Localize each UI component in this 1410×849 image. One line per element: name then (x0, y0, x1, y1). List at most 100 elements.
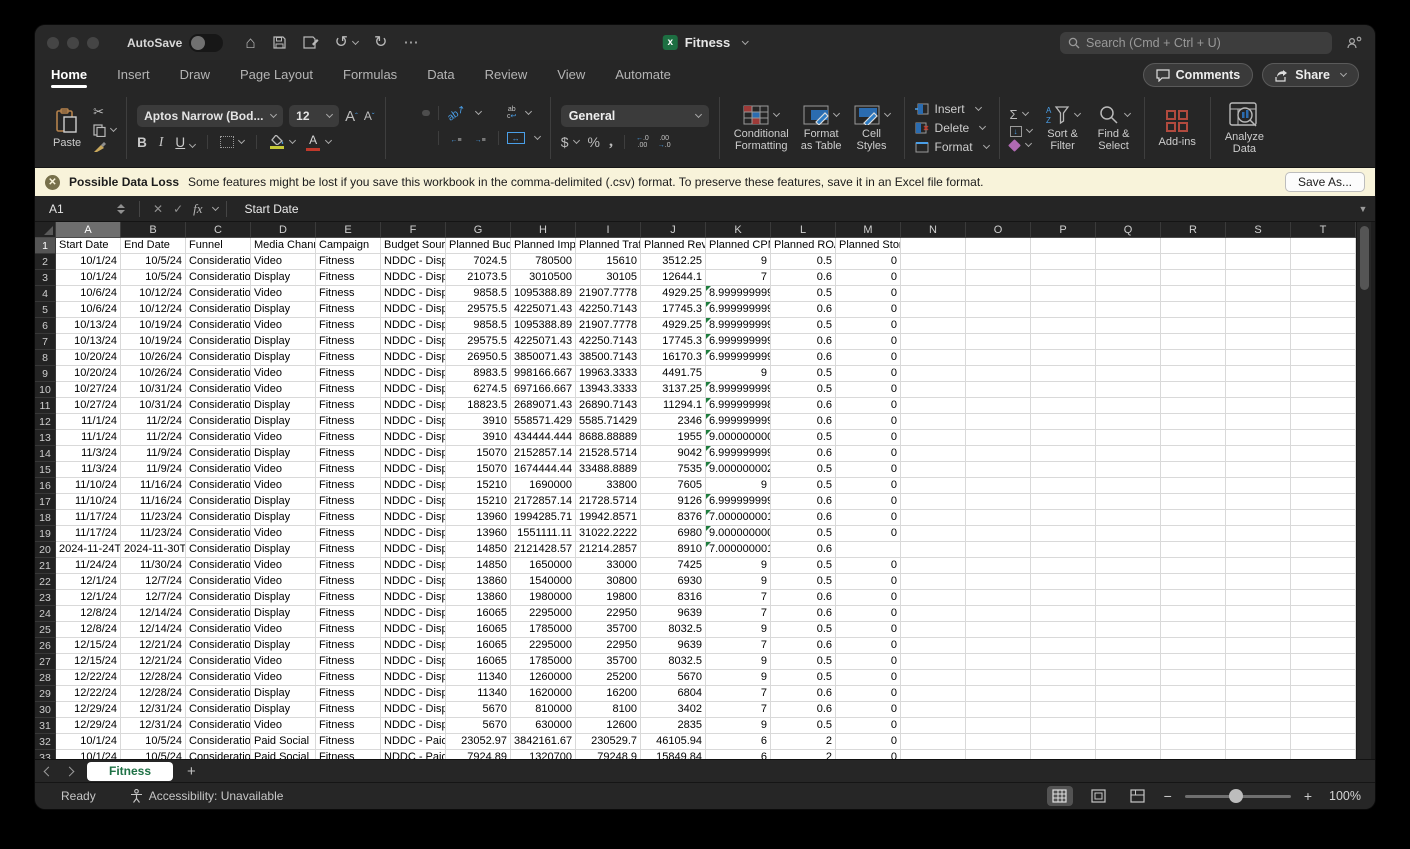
cell-J32[interactable]: 46105.94 (641, 734, 706, 750)
row-header-32[interactable]: 32 (35, 734, 56, 750)
cell-P33[interactable] (1031, 750, 1096, 759)
cell-F17[interactable]: NDDC - Disp (381, 494, 446, 510)
cell-D3[interactable]: Display (251, 270, 316, 286)
cell-F25[interactable]: NDDC - Disp (381, 622, 446, 638)
cell-N22[interactable] (901, 574, 966, 590)
conditional-formatting-button[interactable]: ConditionalFormatting (730, 103, 793, 154)
cell-B10[interactable]: 10/31/24 (121, 382, 186, 398)
cell-C33[interactable]: Consideratio (186, 750, 251, 759)
cell-D30[interactable]: Display (251, 702, 316, 718)
cell-T10[interactable] (1291, 382, 1356, 398)
cell-G3[interactable]: 21073.5 (446, 270, 511, 286)
cell-S20[interactable] (1226, 542, 1291, 558)
row-header-21[interactable]: 21 (35, 558, 56, 574)
cell-H25[interactable]: 1785000 (511, 622, 576, 638)
cell-H6[interactable]: 1095388.89 (511, 318, 576, 334)
cell-J20[interactable]: 8910 (641, 542, 706, 558)
cell-B14[interactable]: 11/9/24 (121, 446, 186, 462)
cell-T6[interactable] (1291, 318, 1356, 334)
cell-G5[interactable]: 29575.5 (446, 302, 511, 318)
cell-N10[interactable] (901, 382, 966, 398)
cell-T21[interactable] (1291, 558, 1356, 574)
cell-O4[interactable] (966, 286, 1031, 302)
cell-F18[interactable]: NDDC - Disp (381, 510, 446, 526)
cell-L33[interactable]: 2 (771, 750, 836, 759)
cell-R14[interactable] (1161, 446, 1226, 462)
cell-K6[interactable]: 8.999999999 (706, 318, 771, 334)
cell-S33[interactable] (1226, 750, 1291, 759)
cell-J21[interactable]: 7425 (641, 558, 706, 574)
cell-D1[interactable]: Media Chann (251, 238, 316, 254)
cell-R11[interactable] (1161, 398, 1226, 414)
cell-L28[interactable]: 0.5 (771, 670, 836, 686)
sheet-tab-fitness[interactable]: Fitness (87, 762, 173, 781)
cell-K5[interactable]: 6.999999999 (706, 302, 771, 318)
column-header-T[interactable]: T (1291, 222, 1356, 238)
cell-D20[interactable]: Display (251, 542, 316, 558)
cell-K25[interactable]: 9 (706, 622, 771, 638)
cell-E8[interactable]: Fitness (316, 350, 381, 366)
cell-M32[interactable]: 0 (836, 734, 901, 750)
align-bottom-icon[interactable] (422, 110, 430, 116)
row-header-3[interactable]: 3 (35, 270, 56, 286)
cell-D24[interactable]: Display (251, 606, 316, 622)
cell-O20[interactable] (966, 542, 1031, 558)
cell-Q9[interactable] (1096, 366, 1161, 382)
cell-L10[interactable]: 0.5 (771, 382, 836, 398)
cell-O26[interactable] (966, 638, 1031, 654)
cell-P15[interactable] (1031, 462, 1096, 478)
cell-Q1[interactable] (1096, 238, 1161, 254)
cell-O28[interactable] (966, 670, 1031, 686)
cell-L22[interactable]: 0.5 (771, 574, 836, 590)
cell-F29[interactable]: NDDC - Disp (381, 686, 446, 702)
cell-P14[interactable] (1031, 446, 1096, 462)
cell-A31[interactable]: 12/29/24 (56, 718, 121, 734)
cell-K3[interactable]: 7 (706, 270, 771, 286)
cell-T1[interactable] (1291, 238, 1356, 254)
cell-N7[interactable] (901, 334, 966, 350)
cell-M33[interactable]: 0 (836, 750, 901, 759)
cell-L4[interactable]: 0.5 (771, 286, 836, 302)
cell-B5[interactable]: 10/12/24 (121, 302, 186, 318)
cell-I30[interactable]: 8100 (576, 702, 641, 718)
row-header-29[interactable]: 29 (35, 686, 56, 702)
cell-L11[interactable]: 0.6 (771, 398, 836, 414)
column-header-P[interactable]: P (1031, 222, 1096, 238)
cell-I22[interactable]: 30800 (576, 574, 641, 590)
row-header-12[interactable]: 12 (35, 414, 56, 430)
cell-J17[interactable]: 9126 (641, 494, 706, 510)
cell-R13[interactable] (1161, 430, 1226, 446)
cell-C15[interactable]: Consideratio (186, 462, 251, 478)
cell-S11[interactable] (1226, 398, 1291, 414)
cell-E24[interactable]: Fitness (316, 606, 381, 622)
cell-H1[interactable]: Planned Impr (511, 238, 576, 254)
cell-O22[interactable] (966, 574, 1031, 590)
cell-J13[interactable]: 1955 (641, 430, 706, 446)
cell-R33[interactable] (1161, 750, 1226, 759)
cell-R4[interactable] (1161, 286, 1226, 302)
cell-M9[interactable]: 0 (836, 366, 901, 382)
cell-R8[interactable] (1161, 350, 1226, 366)
cell-P2[interactable] (1031, 254, 1096, 270)
cell-O32[interactable] (966, 734, 1031, 750)
column-header-D[interactable]: D (251, 222, 316, 238)
cell-F19[interactable]: NDDC - Disp (381, 526, 446, 542)
cell-I1[interactable]: Planned Traff (576, 238, 641, 254)
row-header-28[interactable]: 28 (35, 670, 56, 686)
cell-D4[interactable]: Video (251, 286, 316, 302)
font-size-select[interactable]: 12 (289, 105, 339, 127)
cell-P9[interactable] (1031, 366, 1096, 382)
cell-K29[interactable]: 7 (706, 686, 771, 702)
ribbon-tab-view[interactable]: View (557, 62, 585, 89)
cell-B18[interactable]: 11/23/24 (121, 510, 186, 526)
align-right-icon[interactable] (422, 135, 430, 141)
cell-D15[interactable]: Video (251, 462, 316, 478)
cell-M6[interactable]: 0 (836, 318, 901, 334)
cell-P28[interactable] (1031, 670, 1096, 686)
cell-F14[interactable]: NDDC - Disp (381, 446, 446, 462)
cell-N18[interactable] (901, 510, 966, 526)
cell-O27[interactable] (966, 654, 1031, 670)
cell-F15[interactable]: NDDC - Disp (381, 462, 446, 478)
cell-K32[interactable]: 6 (706, 734, 771, 750)
cell-F12[interactable]: NDDC - Disp (381, 414, 446, 430)
